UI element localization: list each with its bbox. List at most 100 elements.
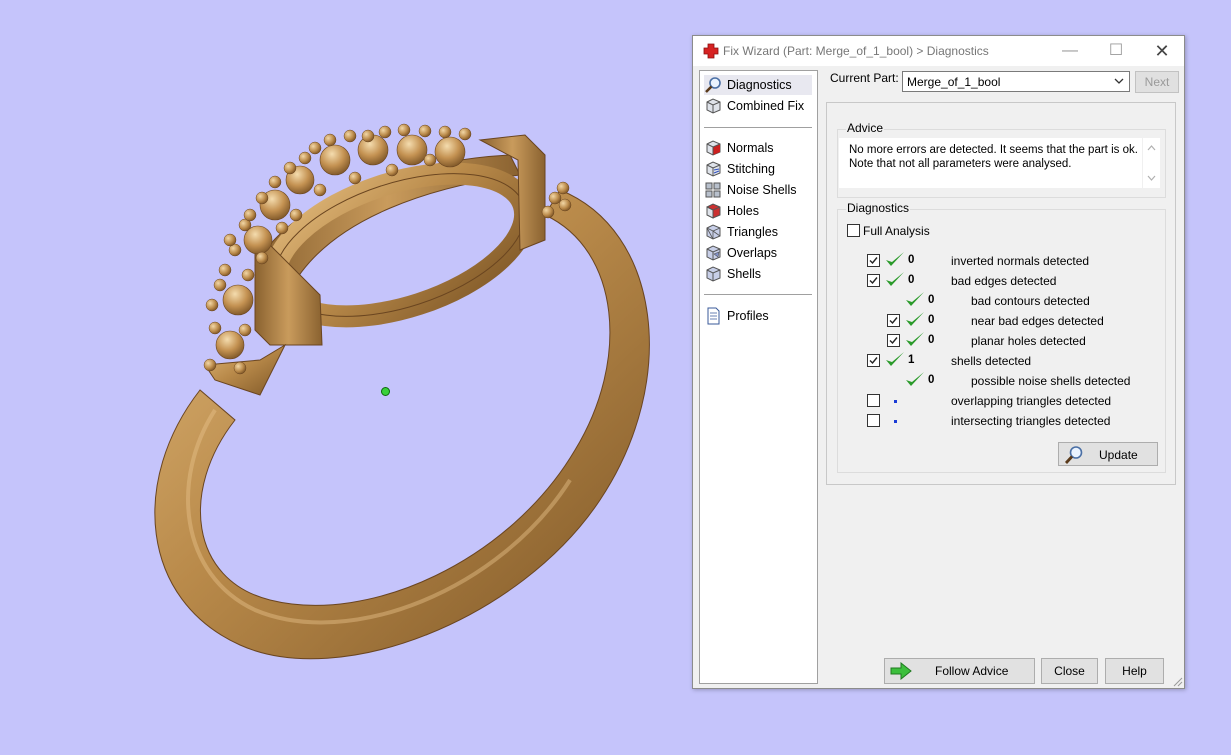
follow-advice-label: Follow Advice (935, 664, 1009, 678)
nav-item-shells[interactable]: Shells (704, 264, 812, 284)
nav-item-profiles[interactable]: Profiles (704, 306, 812, 326)
check-icon (906, 332, 924, 346)
title-bar[interactable]: Fix Wizard (Part: Merge_of_1_bool) > Dia… (693, 36, 1184, 66)
check-icon (886, 252, 904, 266)
diagnostic-count: 0 (908, 274, 915, 286)
nav-item-label: Holes (727, 204, 759, 218)
shells-cube-icon (706, 266, 721, 282)
advice-line: Note that not all parameters were analys… (849, 158, 1072, 170)
window-title: Fix Wizard (Part: Merge_of_1_bool) > Dia… (723, 44, 989, 58)
advice-text: No more errors are detected. It seems th… (839, 138, 1142, 188)
nav-item-label: Stitching (727, 162, 775, 176)
diagnostic-label: overlapping triangles detected (951, 394, 1112, 408)
normals-cube-icon (706, 140, 721, 156)
diagnostic-checkbox[interactable] (867, 394, 880, 407)
noise-shells-icon (705, 182, 721, 198)
close-button[interactable]: Close (1041, 658, 1098, 684)
update-button-label: Update (1099, 448, 1138, 462)
red-cross-icon (703, 43, 719, 59)
diagnostic-count: 0 (928, 334, 935, 346)
diagnostic-label: intersecting triangles detected (951, 414, 1111, 428)
diagnostic-checkbox[interactable] (887, 314, 900, 327)
diagnostic-label: possible noise shells detected (971, 374, 1131, 388)
arrow-right-icon (890, 662, 912, 680)
diagnostic-count: 0 (908, 254, 915, 266)
diagnostics-panel: Advice No more errors are detected. It s… (826, 102, 1176, 485)
full-analysis-checkbox[interactable] (847, 224, 860, 237)
document-icon (707, 307, 720, 325)
nav-item-label: Noise Shells (727, 183, 797, 197)
nav-item-label: Diagnostics (727, 78, 792, 92)
diagnostic-count: 0 (928, 294, 935, 306)
scroll-up-icon[interactable] (1146, 143, 1157, 152)
3d-viewport[interactable] (0, 0, 690, 752)
wizard-nav: Diagnostics Combined Fix Normals Stitchi… (699, 70, 818, 684)
current-part-value: Merge_of_1_bool (907, 75, 1001, 89)
ring-model[interactable] (0, 0, 690, 752)
diagnostics-group: Diagnostics Full Analysis 0 inverted norm… (837, 201, 1166, 473)
check-icon (906, 372, 924, 386)
nav-separator (704, 127, 812, 128)
full-analysis-label: Full Analysis (863, 224, 930, 238)
diagnostics-title: Diagnostics (846, 201, 911, 215)
nav-item-label: Shells (727, 267, 762, 281)
update-button[interactable]: Update (1058, 442, 1158, 466)
advice-line: No more errors are detected. It seems th… (849, 144, 1138, 156)
diagnostic-count: 0 (928, 314, 935, 326)
diagnostic-checkbox[interactable] (867, 414, 880, 427)
nav-item-label: Combined Fix (727, 99, 805, 113)
nav-item-holes[interactable]: Holes (704, 201, 812, 221)
rotation-pivot-icon (381, 387, 390, 396)
scroll-down-icon[interactable] (1146, 174, 1157, 183)
diagnostic-checkbox[interactable] (867, 254, 880, 267)
current-part-select[interactable]: Merge_of_1_bool (902, 71, 1130, 92)
check-icon (886, 272, 904, 286)
follow-advice-button[interactable]: Follow Advice (884, 658, 1035, 684)
minimize-button[interactable]: — (1047, 36, 1093, 66)
diagnostic-checkbox[interactable] (867, 354, 880, 367)
nav-item-label: Normals (727, 141, 774, 155)
nav-item-label: Profiles (727, 309, 769, 323)
nav-item-stitching[interactable]: Stitching (704, 159, 812, 179)
diagnostic-label: shells detected (951, 354, 1032, 368)
diagnostic-label: inverted normals detected (951, 254, 1090, 268)
advice-title: Advice (846, 121, 885, 135)
holes-cube-icon (706, 203, 721, 219)
stitching-cube-icon (706, 161, 721, 177)
check-icon (886, 352, 904, 366)
nav-item-combined-fix[interactable]: Combined Fix (704, 96, 812, 116)
nav-item-diagnostics[interactable]: Diagnostics (704, 75, 812, 95)
close-window-button[interactable]: ✕ (1139, 36, 1185, 66)
diagnostic-checkbox[interactable] (867, 274, 880, 287)
magnifier-icon (705, 77, 721, 93)
diagnostic-count: 1 (908, 354, 915, 366)
diagnostic-checkbox[interactable] (887, 334, 900, 347)
diagnostic-label: bad contours detected (971, 294, 1090, 308)
maximize-button[interactable]: ☐ (1093, 36, 1139, 66)
nav-item-normals[interactable]: Normals (704, 138, 812, 158)
triangles-cube-icon (706, 224, 721, 240)
nav-item-overlaps[interactable]: Overlaps (704, 243, 812, 263)
chevron-down-icon (1114, 78, 1124, 84)
magnifier-icon (1064, 446, 1083, 464)
next-button[interactable]: Next (1135, 71, 1179, 93)
fix-wizard-dialog: Fix Wizard (Part: Merge_of_1_bool) > Dia… (692, 35, 1185, 689)
diagnostic-label: near bad edges detected (971, 314, 1104, 328)
pending-indicator (894, 420, 897, 423)
nav-item-triangles[interactable]: Triangles (704, 222, 812, 242)
nav-item-label: Overlaps (727, 246, 778, 260)
pending-indicator (894, 400, 897, 403)
check-icon (906, 292, 924, 306)
overlaps-cube-icon (706, 245, 721, 261)
advice-group: Advice No more errors are detected. It s… (837, 121, 1166, 198)
cube-icon (706, 98, 721, 114)
advice-scrollbar[interactable] (1143, 138, 1160, 188)
current-part-label: Current Part: (830, 71, 899, 85)
resize-grip-icon[interactable] (1171, 675, 1183, 687)
diagnostic-label: planar holes detected (971, 334, 1086, 348)
diagnostic-label: bad edges detected (951, 274, 1057, 288)
nav-item-noise-shells[interactable]: Noise Shells (704, 180, 812, 200)
nav-separator (704, 294, 812, 295)
help-button[interactable]: Help (1105, 658, 1164, 684)
diagnostic-count: 0 (928, 374, 935, 386)
